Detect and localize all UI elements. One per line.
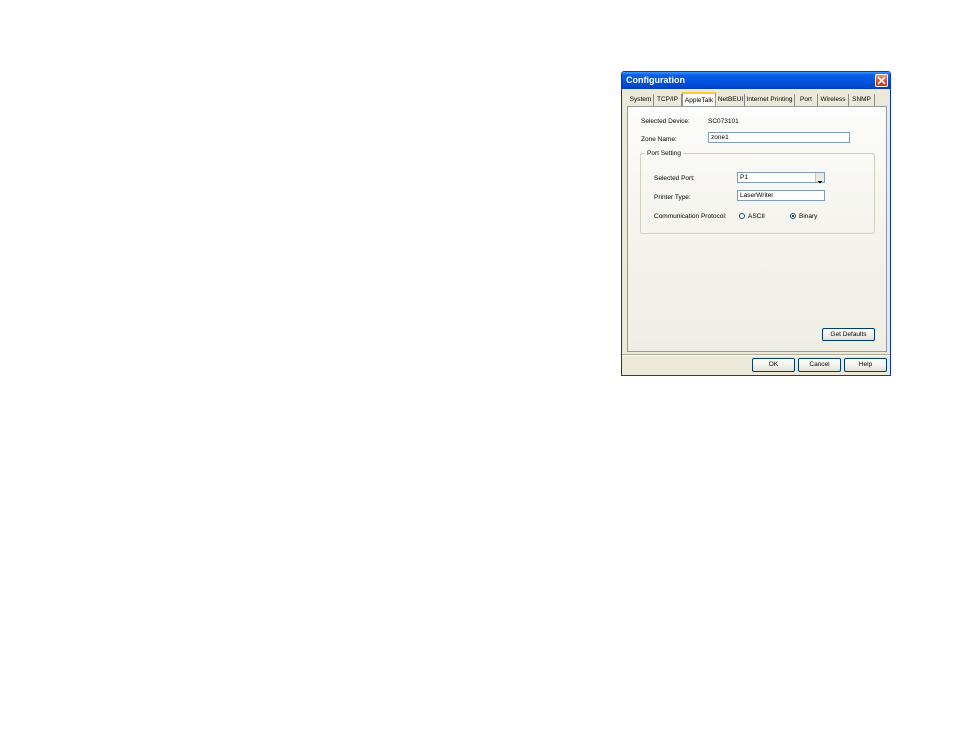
dropdown-arrow-button[interactable] (815, 173, 824, 184)
appletalk-panel: Selected Device: SC073101 Zone Name: zon… (627, 106, 887, 352)
window-title: Configuration (626, 75, 685, 85)
title-bar[interactable]: Configuration (622, 72, 890, 89)
printer-type-label: Printer Type: (654, 194, 691, 201)
radio-binary[interactable] (790, 213, 796, 219)
selected-port-dropdown[interactable]: P1 (737, 172, 825, 184)
ok-button[interactable]: OK (752, 358, 795, 372)
get-defaults-button[interactable]: Get Defaults (822, 328, 875, 341)
tab-wireless[interactable]: Wireless (818, 94, 849, 106)
zone-name-label: Zone Name: (641, 136, 677, 143)
tab-system[interactable]: System (628, 94, 654, 106)
tab-strip: System TCP/IP AppleTalk NetBEUI Internet… (628, 92, 888, 107)
radio-ascii-label[interactable]: ASCII (748, 212, 765, 221)
printer-type-input[interactable]: LaserWriter (737, 190, 825, 201)
communication-protocol-label: Communication Protocol: (654, 213, 727, 220)
selected-port-label: Selected Port: (654, 175, 695, 182)
configuration-dialog: Configuration System TCP/IP AppleTalk Ne… (621, 71, 891, 376)
tab-snmp[interactable]: SNMP (849, 94, 875, 106)
close-button[interactable] (875, 74, 888, 87)
close-icon (877, 76, 886, 85)
chevron-down-icon (817, 181, 823, 184)
tab-internet-printing[interactable]: Internet Printing (745, 94, 795, 106)
port-setting-title: Port Setting (645, 149, 683, 158)
cancel-button[interactable]: Cancel (798, 358, 841, 372)
radio-binary-label[interactable]: Binary (799, 212, 817, 221)
footer-divider (622, 354, 890, 356)
tab-netbeui[interactable]: NetBEUI (717, 94, 745, 106)
selected-device-label: Selected Device: (641, 118, 690, 125)
selected-device-value: SC073101 (708, 118, 739, 125)
tab-port[interactable]: Port (795, 94, 818, 106)
tab-appletalk[interactable]: AppleTalk (682, 92, 716, 107)
port-setting-group: Port Setting Selected Port: P1 Printer T… (640, 149, 875, 234)
selected-port-value: P1 (740, 174, 748, 181)
help-button[interactable]: Help (844, 358, 887, 372)
radio-ascii[interactable] (739, 213, 745, 219)
zone-name-input[interactable]: zone1 (708, 132, 850, 143)
tab-tcpip[interactable]: TCP/IP (654, 94, 682, 106)
